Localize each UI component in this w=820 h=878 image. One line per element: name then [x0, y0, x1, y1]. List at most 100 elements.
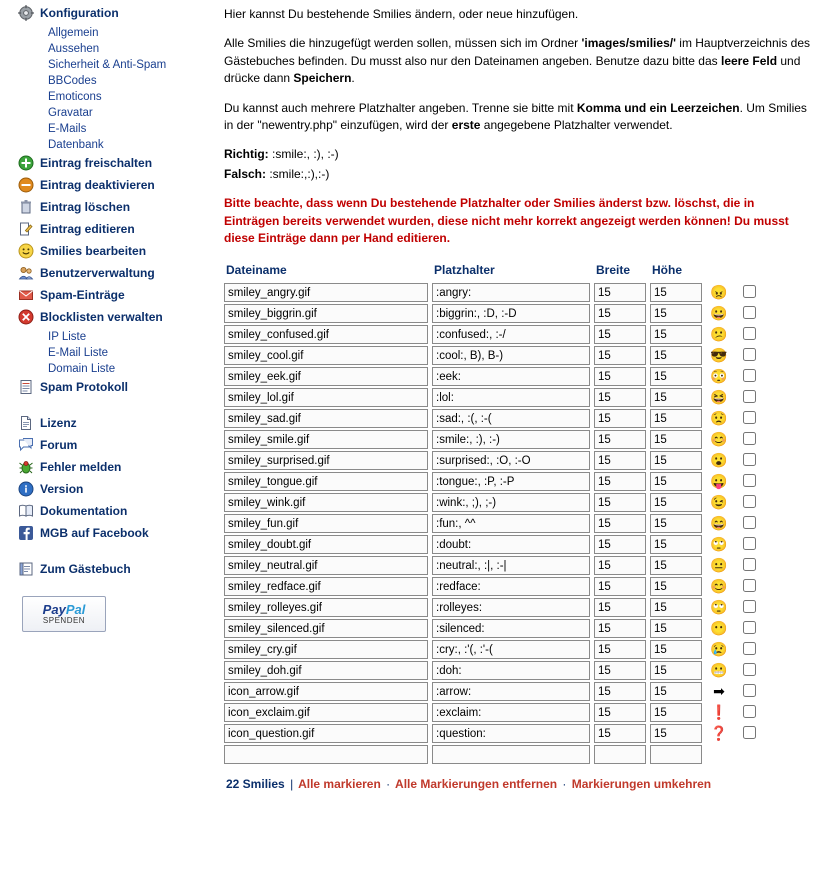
sidebar-item-eintrag-freischalten[interactable]: Eintrag freischalten: [0, 152, 218, 174]
breite-input[interactable]: [594, 472, 646, 492]
row-select-checkbox[interactable]: [742, 473, 756, 487]
row-select-checkbox[interactable]: [742, 725, 756, 739]
platzhalter-input[interactable]: [432, 493, 590, 513]
row-select-checkbox[interactable]: [742, 284, 756, 298]
sidebar-item-forum[interactable]: Forum: [0, 434, 218, 456]
row-select-checkbox[interactable]: [742, 452, 756, 466]
hoehe-input[interactable]: [650, 556, 702, 576]
hoehe-input[interactable]: [650, 430, 702, 450]
row-select-checkbox[interactable]: [742, 641, 756, 655]
sidebar-item-zum-gaestebuch[interactable]: Zum Gästebuch: [0, 558, 218, 580]
dateiname-input[interactable]: [224, 724, 428, 744]
platzhalter-input[interactable]: [432, 535, 590, 555]
sidebar-subitem-domain-liste[interactable]: Domain Liste: [0, 360, 218, 376]
dateiname-input[interactable]: [224, 577, 428, 597]
row-select-checkbox[interactable]: [742, 368, 756, 382]
breite-input[interactable]: [594, 682, 646, 702]
breite-input[interactable]: [594, 493, 646, 513]
row-select-checkbox[interactable]: [742, 389, 756, 403]
sidebar-item-fehler-melden[interactable]: Fehler melden: [0, 456, 218, 478]
dateiname-input[interactable]: [224, 493, 428, 513]
breite-input[interactable]: [594, 283, 646, 303]
sidebar-item-konfiguration[interactable]: Konfiguration: [0, 2, 218, 24]
breite-input[interactable]: [594, 346, 646, 366]
hoehe-input[interactable]: [650, 640, 702, 660]
sidebar-subitem-allgemein[interactable]: Allgemein: [0, 24, 218, 40]
hoehe-input[interactable]: [650, 493, 702, 513]
sidebar-item-spam-protokoll[interactable]: Spam Protokoll: [0, 376, 218, 398]
dateiname-input[interactable]: [224, 325, 428, 345]
breite-input[interactable]: [594, 745, 646, 765]
breite-input[interactable]: [594, 598, 646, 618]
breite-input[interactable]: [594, 451, 646, 471]
platzhalter-input[interactable]: [432, 409, 590, 429]
sidebar-item-smilies-bearbeiten[interactable]: Smilies bearbeiten: [0, 240, 218, 262]
platzhalter-input[interactable]: [432, 283, 590, 303]
dateiname-input[interactable]: [224, 535, 428, 555]
hoehe-input[interactable]: [650, 703, 702, 723]
breite-input[interactable]: [594, 724, 646, 744]
dateiname-input[interactable]: [224, 304, 428, 324]
row-select-checkbox[interactable]: [742, 683, 756, 697]
dateiname-input[interactable]: [224, 472, 428, 492]
breite-input[interactable]: [594, 661, 646, 681]
hoehe-input[interactable]: [650, 451, 702, 471]
row-select-checkbox[interactable]: [742, 557, 756, 571]
platzhalter-input[interactable]: [432, 472, 590, 492]
row-select-checkbox[interactable]: [742, 515, 756, 529]
row-select-checkbox[interactable]: [742, 620, 756, 634]
dateiname-input[interactable]: [224, 598, 428, 618]
hoehe-input[interactable]: [650, 346, 702, 366]
sidebar-subitem-aussehen[interactable]: Aussehen: [0, 40, 218, 56]
dateiname-input[interactable]: [224, 619, 428, 639]
row-select-checkbox[interactable]: [742, 599, 756, 613]
row-select-checkbox[interactable]: [742, 494, 756, 508]
sidebar-item-mgb-auf-facebook[interactable]: MGB auf Facebook: [0, 522, 218, 544]
deselect-all-link[interactable]: Alle Markierungen entfernen: [395, 777, 557, 791]
sidebar-item-eintrag-editieren[interactable]: Eintrag editieren: [0, 218, 218, 240]
sidebar-item-eintrag-deaktivieren[interactable]: Eintrag deaktivieren: [0, 174, 218, 196]
dateiname-input[interactable]: [224, 388, 428, 408]
hoehe-input[interactable]: [650, 472, 702, 492]
sidebar-subitem-datenbank[interactable]: Datenbank: [0, 136, 218, 152]
hoehe-input[interactable]: [650, 598, 702, 618]
dateiname-input[interactable]: [224, 451, 428, 471]
hoehe-input[interactable]: [650, 304, 702, 324]
platzhalter-input[interactable]: [432, 430, 590, 450]
platzhalter-input[interactable]: [432, 388, 590, 408]
row-select-checkbox[interactable]: [742, 431, 756, 445]
sidebar-subitem-emails[interactable]: E-Mails: [0, 120, 218, 136]
sidebar-subitem-sicherheit[interactable]: Sicherheit & Anti-Spam: [0, 56, 218, 72]
breite-input[interactable]: [594, 409, 646, 429]
sidebar-item-dokumentation[interactable]: Dokumentation: [0, 500, 218, 522]
dateiname-input[interactable]: [224, 703, 428, 723]
row-select-checkbox[interactable]: [742, 410, 756, 424]
sidebar-item-lizenz[interactable]: Lizenz: [0, 412, 218, 434]
platzhalter-input[interactable]: [432, 451, 590, 471]
hoehe-input[interactable]: [650, 367, 702, 387]
dateiname-input[interactable]: [224, 367, 428, 387]
breite-input[interactable]: [594, 304, 646, 324]
platzhalter-input[interactable]: [432, 325, 590, 345]
breite-input[interactable]: [594, 430, 646, 450]
dateiname-input[interactable]: [224, 409, 428, 429]
platzhalter-input[interactable]: [432, 514, 590, 534]
sidebar-subitem-emoticons[interactable]: Emoticons: [0, 88, 218, 104]
platzhalter-input[interactable]: [432, 724, 590, 744]
hoehe-input[interactable]: [650, 535, 702, 555]
dateiname-input[interactable]: [224, 430, 428, 450]
select-all-link[interactable]: Alle markieren: [298, 777, 381, 791]
platzhalter-input[interactable]: [432, 598, 590, 618]
dateiname-input[interactable]: [224, 346, 428, 366]
breite-input[interactable]: [594, 535, 646, 555]
hoehe-input[interactable]: [650, 514, 702, 534]
breite-input[interactable]: [594, 388, 646, 408]
hoehe-input[interactable]: [650, 577, 702, 597]
platzhalter-input[interactable]: [432, 346, 590, 366]
sidebar-subitem-gravatar[interactable]: Gravatar: [0, 104, 218, 120]
row-select-checkbox[interactable]: [742, 305, 756, 319]
row-select-checkbox[interactable]: [742, 662, 756, 676]
hoehe-input[interactable]: [650, 388, 702, 408]
platzhalter-input[interactable]: [432, 367, 590, 387]
sidebar-item-benutzerverwaltung[interactable]: Benutzerverwaltung: [0, 262, 218, 284]
